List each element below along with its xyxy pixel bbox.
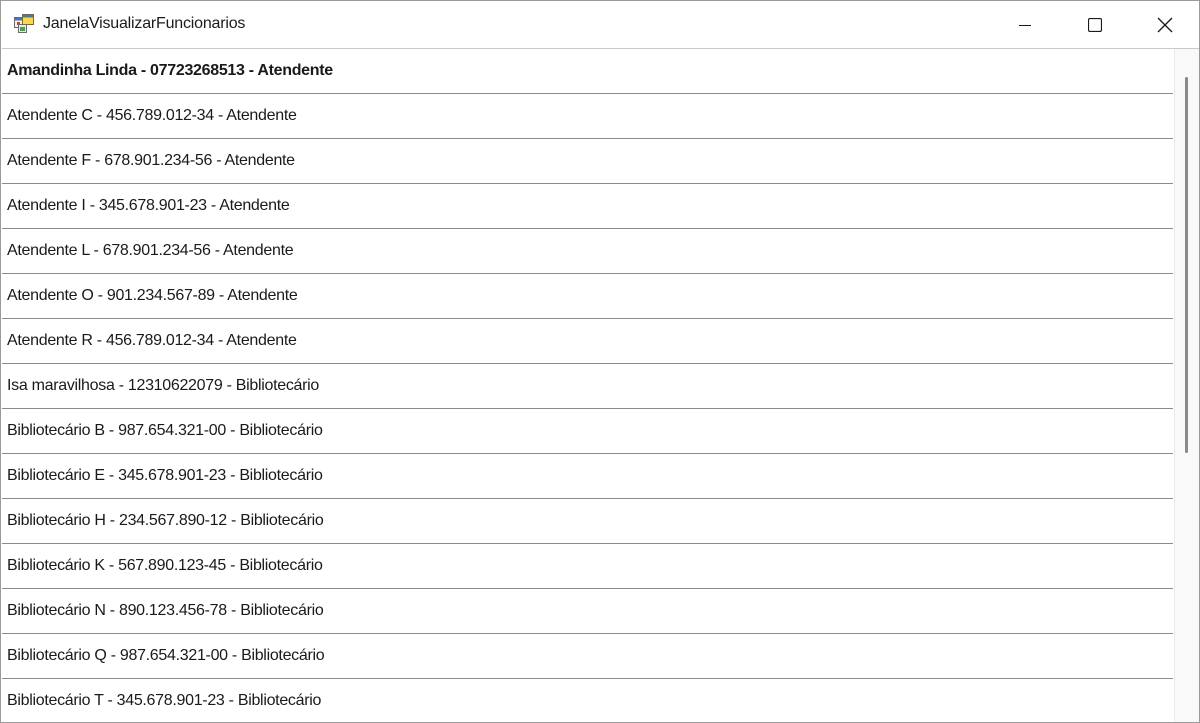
list-item-selected[interactable]: Amandinha Linda - 07723268513 - Atendent… xyxy=(2,49,1173,94)
list-item[interactable]: Atendente F - 678.901.234-56 - Atendente xyxy=(2,139,1173,184)
app-window: JanelaVisualizarFuncionarios Amandinha L… xyxy=(0,0,1200,723)
title-bar[interactable]: JanelaVisualizarFuncionarios xyxy=(1,1,1199,48)
vertical-scrollbar[interactable] xyxy=(1174,49,1199,722)
close-button[interactable] xyxy=(1130,1,1199,48)
close-icon xyxy=(1157,17,1173,33)
list-item[interactable]: Bibliotecário T - 345.678.901-23 - Bibli… xyxy=(2,679,1173,722)
list-item[interactable]: Atendente I - 345.678.901-23 - Atendente xyxy=(2,184,1173,229)
list-item[interactable]: Bibliotecário H - 234.567.890-12 - Bibli… xyxy=(2,499,1173,544)
employee-listbox[interactable]: Amandinha Linda - 07723268513 - Atendent… xyxy=(2,48,1199,722)
minimize-button[interactable] xyxy=(990,1,1060,48)
list-item[interactable]: Bibliotecário N - 890.123.456-78 - Bibli… xyxy=(2,589,1173,634)
list-item[interactable]: Bibliotecário Q - 987.654.321-00 - Bibli… xyxy=(2,634,1173,679)
list-item[interactable]: Bibliotecário B - 987.654.321-00 - Bibli… xyxy=(2,409,1173,454)
list-item[interactable]: Bibliotecário E - 345.678.901-23 - Bibli… xyxy=(2,454,1173,499)
app-window-icon[interactable] xyxy=(14,14,34,33)
maximize-icon xyxy=(1088,17,1102,32)
minimize-icon xyxy=(1018,18,1032,32)
list-item[interactable]: Isa maravilhosa - 12310622079 - Bibliote… xyxy=(2,364,1173,409)
window-title: JanelaVisualizarFuncionarios xyxy=(43,15,246,32)
list-item[interactable]: Bibliotecário K - 567.890.123-45 - Bibli… xyxy=(2,544,1173,589)
list-item[interactable]: Atendente L - 678.901.234-56 - Atendente xyxy=(2,229,1173,274)
list-item[interactable]: Atendente R - 456.789.012-34 - Atendente xyxy=(2,319,1173,364)
maximize-button[interactable] xyxy=(1060,1,1130,48)
employee-list: Amandinha Linda - 07723268513 - Atendent… xyxy=(2,49,1173,722)
scrollbar-thumb[interactable] xyxy=(1185,77,1188,453)
list-item[interactable]: Atendente C - 456.789.012-34 - Atendente xyxy=(2,94,1173,139)
list-item[interactable]: Atendente O - 901.234.567-89 - Atendente xyxy=(2,274,1173,319)
